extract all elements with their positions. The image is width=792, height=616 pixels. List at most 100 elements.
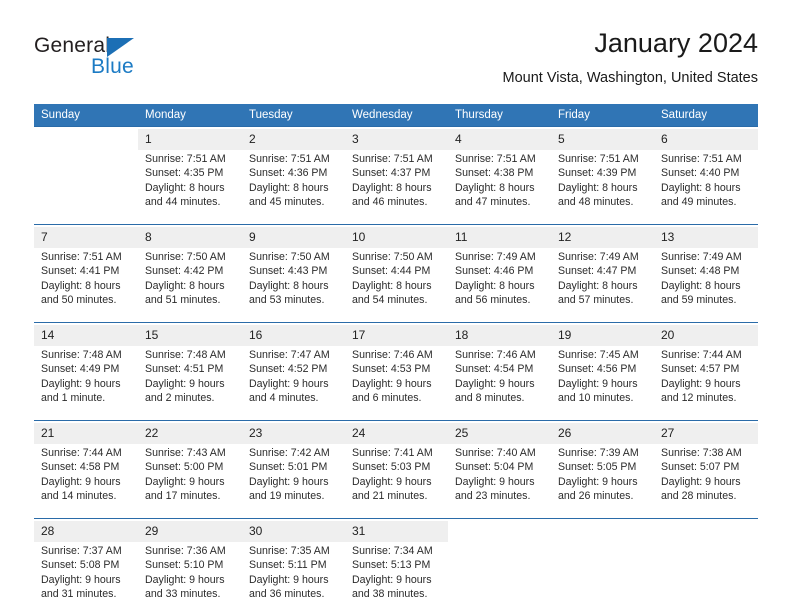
day-cell[interactable]: Sunrise: 7:37 AMSunset: 5:08 PMDaylight:… xyxy=(34,542,138,616)
day-cell-empty xyxy=(34,129,138,150)
day-cell[interactable]: Sunrise: 7:47 AMSunset: 4:52 PMDaylight:… xyxy=(242,346,345,421)
sunrise-text: Sunrise: 7:47 AM xyxy=(249,348,339,362)
day-cell[interactable]: Sunrise: 7:44 AMSunset: 4:58 PMDaylight:… xyxy=(34,444,138,519)
sunset-text: Sunset: 5:11 PM xyxy=(249,558,339,572)
sunset-text: Sunset: 4:38 PM xyxy=(455,166,545,180)
day-cell[interactable]: Sunrise: 7:34 AMSunset: 5:13 PMDaylight:… xyxy=(345,542,448,616)
day-number[interactable]: 5 xyxy=(551,129,654,150)
daylight-text-line1: Daylight: 9 hours xyxy=(41,573,132,587)
day-cell-empty xyxy=(448,542,551,616)
day-number[interactable]: 3 xyxy=(345,129,448,150)
day-number[interactable]: 7 xyxy=(34,227,138,248)
sunset-text: Sunset: 4:51 PM xyxy=(145,362,236,376)
day-cell[interactable]: Sunrise: 7:50 AMSunset: 4:42 PMDaylight:… xyxy=(138,248,242,323)
day-cell[interactable]: Sunrise: 7:38 AMSunset: 5:07 PMDaylight:… xyxy=(654,444,758,519)
day-cell[interactable]: Sunrise: 7:44 AMSunset: 4:57 PMDaylight:… xyxy=(654,346,758,421)
day-number[interactable]: 29 xyxy=(138,521,242,542)
calendar-page: General Blue January 2024 Mount Vista, W… xyxy=(0,0,792,612)
day-cell[interactable]: Sunrise: 7:43 AMSunset: 5:00 PMDaylight:… xyxy=(138,444,242,519)
day-cell[interactable]: Sunrise: 7:40 AMSunset: 5:04 PMDaylight:… xyxy=(448,444,551,519)
day-cell[interactable]: Sunrise: 7:50 AMSunset: 4:44 PMDaylight:… xyxy=(345,248,448,323)
day-number[interactable]: 22 xyxy=(138,423,242,444)
day-cell[interactable]: Sunrise: 7:49 AMSunset: 4:48 PMDaylight:… xyxy=(654,248,758,323)
day-cell[interactable]: Sunrise: 7:46 AMSunset: 4:54 PMDaylight:… xyxy=(448,346,551,421)
sunrise-text: Sunrise: 7:37 AM xyxy=(41,544,132,558)
daylight-text-line1: Daylight: 8 hours xyxy=(558,279,648,293)
sunrise-text: Sunrise: 7:51 AM xyxy=(558,152,648,166)
day-cell[interactable]: Sunrise: 7:51 AMSunset: 4:40 PMDaylight:… xyxy=(654,150,758,225)
day-detail-row: Sunrise: 7:37 AMSunset: 5:08 PMDaylight:… xyxy=(34,542,758,616)
daylight-text-line1: Daylight: 9 hours xyxy=(145,377,236,391)
calendar-header-row: SundayMondayTuesdayWednesdayThursdayFrid… xyxy=(34,104,758,127)
day-number[interactable]: 25 xyxy=(448,423,551,444)
day-number-row: 14151617181920 xyxy=(34,325,758,346)
day-number[interactable]: 26 xyxy=(551,423,654,444)
day-cell[interactable]: Sunrise: 7:39 AMSunset: 5:05 PMDaylight:… xyxy=(551,444,654,519)
sunset-text: Sunset: 5:03 PM xyxy=(352,460,442,474)
daylight-text-line2: and 50 minutes. xyxy=(41,293,132,307)
day-cell[interactable]: Sunrise: 7:49 AMSunset: 4:46 PMDaylight:… xyxy=(448,248,551,323)
daylight-text-line1: Daylight: 8 hours xyxy=(145,279,236,293)
daylight-text-line2: and 19 minutes. xyxy=(249,489,339,503)
daylight-text-line1: Daylight: 8 hours xyxy=(661,279,752,293)
day-number[interactable]: 31 xyxy=(345,521,448,542)
day-number[interactable]: 13 xyxy=(654,227,758,248)
day-number[interactable]: 6 xyxy=(654,129,758,150)
day-number[interactable]: 11 xyxy=(448,227,551,248)
day-cell[interactable]: Sunrise: 7:42 AMSunset: 5:01 PMDaylight:… xyxy=(242,444,345,519)
logo-text-blue: Blue xyxy=(91,55,134,79)
day-cell[interactable]: Sunrise: 7:36 AMSunset: 5:10 PMDaylight:… xyxy=(138,542,242,616)
day-number[interactable]: 9 xyxy=(242,227,345,248)
sunset-text: Sunset: 4:47 PM xyxy=(558,264,648,278)
day-cell[interactable]: Sunrise: 7:50 AMSunset: 4:43 PMDaylight:… xyxy=(242,248,345,323)
day-number[interactable]: 1 xyxy=(138,129,242,150)
day-cell[interactable]: Sunrise: 7:51 AMSunset: 4:38 PMDaylight:… xyxy=(448,150,551,225)
day-number[interactable]: 23 xyxy=(242,423,345,444)
day-number[interactable]: 28 xyxy=(34,521,138,542)
sunset-text: Sunset: 5:01 PM xyxy=(249,460,339,474)
sunset-text: Sunset: 4:44 PM xyxy=(352,264,442,278)
day-number[interactable]: 20 xyxy=(654,325,758,346)
sunset-text: Sunset: 4:57 PM xyxy=(661,362,752,376)
day-number[interactable]: 4 xyxy=(448,129,551,150)
day-cell[interactable]: Sunrise: 7:35 AMSunset: 5:11 PMDaylight:… xyxy=(242,542,345,616)
day-cell[interactable]: Sunrise: 7:51 AMSunset: 4:35 PMDaylight:… xyxy=(138,150,242,225)
day-number[interactable]: 24 xyxy=(345,423,448,444)
day-number[interactable]: 8 xyxy=(138,227,242,248)
day-number[interactable]: 15 xyxy=(138,325,242,346)
day-cell[interactable]: Sunrise: 7:45 AMSunset: 4:56 PMDaylight:… xyxy=(551,346,654,421)
day-cell[interactable]: Sunrise: 7:51 AMSunset: 4:36 PMDaylight:… xyxy=(242,150,345,225)
sunrise-text: Sunrise: 7:36 AM xyxy=(145,544,236,558)
sunset-text: Sunset: 4:36 PM xyxy=(249,166,339,180)
day-number[interactable]: 12 xyxy=(551,227,654,248)
sunrise-text: Sunrise: 7:48 AM xyxy=(145,348,236,362)
day-number[interactable]: 10 xyxy=(345,227,448,248)
daylight-text-line2: and 1 minute. xyxy=(41,391,132,405)
sunset-text: Sunset: 5:00 PM xyxy=(145,460,236,474)
day-number[interactable]: 16 xyxy=(242,325,345,346)
sunrise-text: Sunrise: 7:38 AM xyxy=(661,446,752,460)
day-number[interactable]: 27 xyxy=(654,423,758,444)
daylight-text-line2: and 47 minutes. xyxy=(455,195,545,209)
page-header: General Blue January 2024 Mount Vista, W… xyxy=(34,26,758,96)
day-cell[interactable]: Sunrise: 7:51 AMSunset: 4:39 PMDaylight:… xyxy=(551,150,654,225)
daylight-text-line1: Daylight: 9 hours xyxy=(352,475,442,489)
daylight-text-line2: and 17 minutes. xyxy=(145,489,236,503)
day-number[interactable]: 2 xyxy=(242,129,345,150)
sunrise-text: Sunrise: 7:40 AM xyxy=(455,446,545,460)
sunset-text: Sunset: 4:42 PM xyxy=(145,264,236,278)
sunset-text: Sunset: 4:54 PM xyxy=(455,362,545,376)
day-number[interactable]: 21 xyxy=(34,423,138,444)
day-number[interactable]: 18 xyxy=(448,325,551,346)
day-number[interactable]: 30 xyxy=(242,521,345,542)
day-cell[interactable]: Sunrise: 7:46 AMSunset: 4:53 PMDaylight:… xyxy=(345,346,448,421)
day-cell[interactable]: Sunrise: 7:48 AMSunset: 4:51 PMDaylight:… xyxy=(138,346,242,421)
day-cell[interactable]: Sunrise: 7:49 AMSunset: 4:47 PMDaylight:… xyxy=(551,248,654,323)
day-cell[interactable]: Sunrise: 7:51 AMSunset: 4:41 PMDaylight:… xyxy=(34,248,138,323)
day-cell[interactable]: Sunrise: 7:51 AMSunset: 4:37 PMDaylight:… xyxy=(345,150,448,225)
day-number[interactable]: 17 xyxy=(345,325,448,346)
day-number[interactable]: 14 xyxy=(34,325,138,346)
day-number[interactable]: 19 xyxy=(551,325,654,346)
day-cell[interactable]: Sunrise: 7:41 AMSunset: 5:03 PMDaylight:… xyxy=(345,444,448,519)
day-cell[interactable]: Sunrise: 7:48 AMSunset: 4:49 PMDaylight:… xyxy=(34,346,138,421)
